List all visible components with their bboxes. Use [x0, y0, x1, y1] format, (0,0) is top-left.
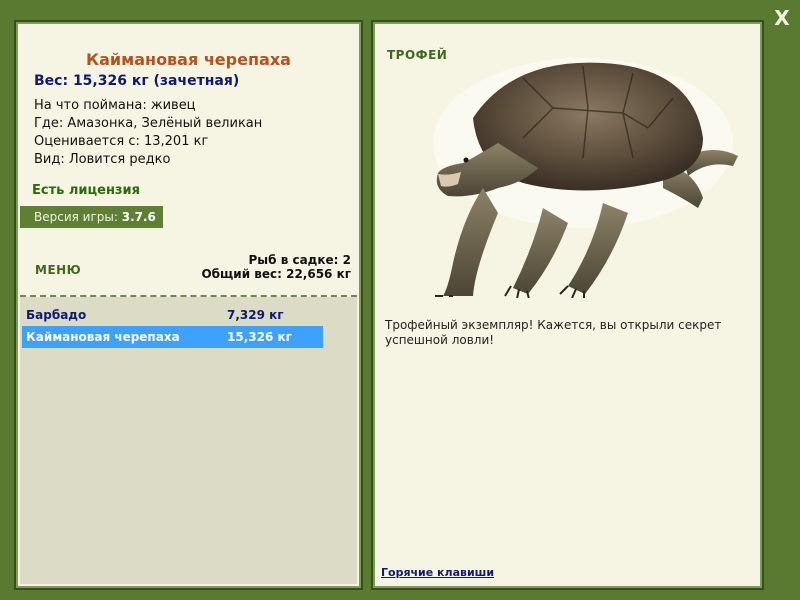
fish-weight: Вес: 15,326 кг (зачетная): [34, 73, 240, 89]
list-item-name: Барбадо: [26, 308, 87, 322]
catch-list: Барбадо 7,329 кг Каймановая черепаха 15,…: [22, 304, 323, 348]
location-line: Где: Амазонка, Зелёный великан: [34, 116, 263, 131]
total-weight: Общий вес: 22,656 кг: [201, 267, 351, 281]
fish-details: На что поймана: живец Где: Амазонка, Зел…: [34, 97, 262, 169]
list-item[interactable]: Барбадо 7,329 кг: [22, 304, 323, 326]
fish-info-panel: Каймановая черепаха Вес: 15,326 кг (заче…: [14, 20, 363, 590]
hotkeys-link[interactable]: Горячие клавиши: [381, 566, 494, 579]
version-label: Версия игры:: [34, 210, 118, 224]
snapping-turtle-image: [433, 58, 738, 298]
menu-button[interactable]: МЕНЮ: [35, 263, 81, 277]
keepnet-stats: Рыб в садке: 2 Общий вес: 22,656 кг: [201, 253, 351, 281]
fish-count: Рыб в садке: 2: [248, 253, 352, 267]
list-item-weight: 15,326 кг: [227, 330, 292, 344]
bait-line: На что поймана: живец: [34, 98, 196, 113]
version-bar: Версия игры: 3.7.6: [20, 206, 163, 228]
trophy-panel: ТРОФЕЙ Трофейный экземпляр! Кажется, вы …: [371, 20, 764, 590]
fish-name-title: Каймановая черепаха: [86, 50, 291, 69]
trophy-message: Трофейный экземпляр! Кажется, вы открыли…: [385, 318, 722, 347]
license-status: Есть лицензия: [32, 183, 140, 198]
list-item-weight: 7,329 кг: [227, 308, 284, 322]
list-item-selected[interactable]: Каймановая черепаха 15,326 кг: [22, 326, 323, 348]
list-item-name: Каймановая черепаха: [26, 330, 180, 344]
close-button[interactable]: X: [768, 6, 796, 30]
kind-line: Вид: Ловится редко: [34, 152, 171, 167]
version-value: 3.7.6: [121, 210, 156, 224]
valued-from-line: Оценивается с: 13,201 кг: [34, 134, 209, 149]
